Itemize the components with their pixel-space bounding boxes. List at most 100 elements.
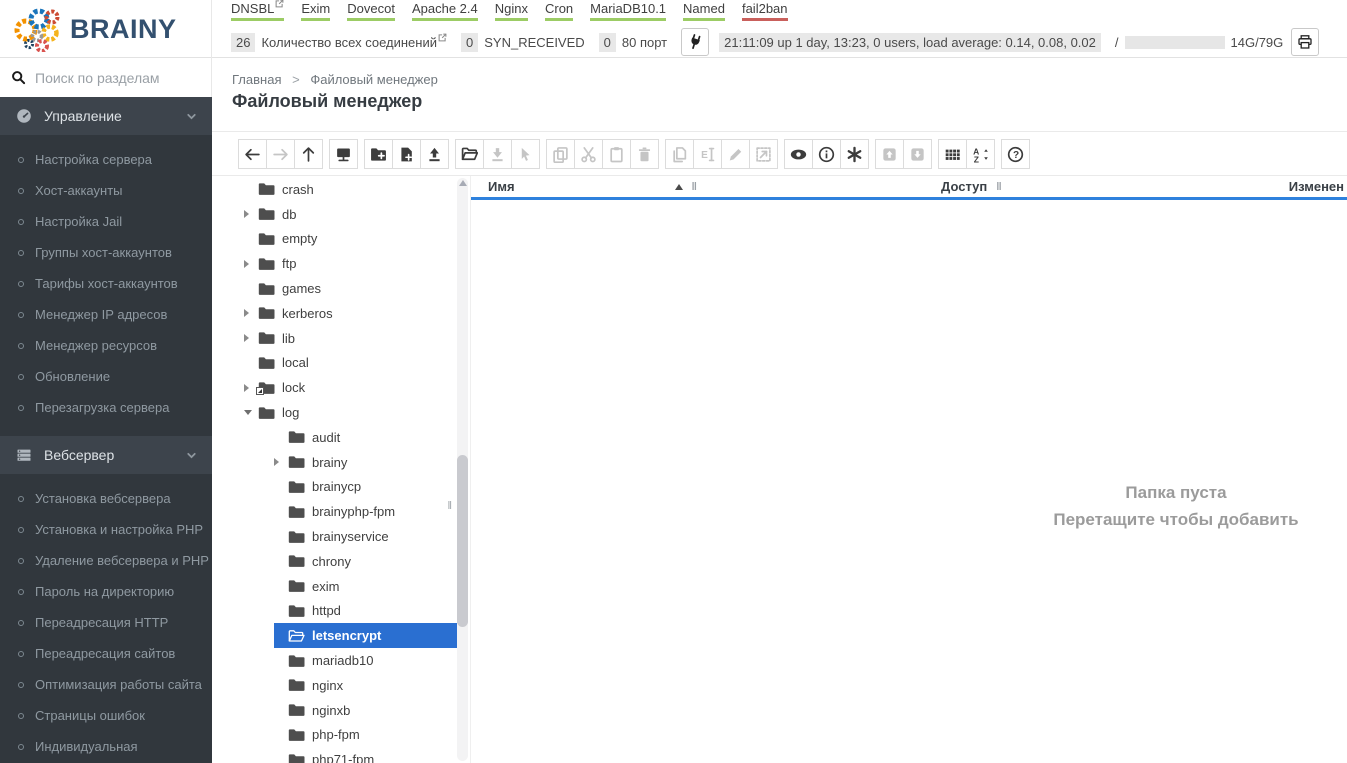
tree-item-row[interactable]: brainyservice [274, 524, 458, 549]
sidebar-item-установка-и-настройка-php[interactable]: Установка и настройка PHP [0, 514, 212, 545]
permissions-button[interactable] [840, 139, 869, 169]
tree-item-row[interactable]: letsencrypt [274, 623, 458, 649]
expand-arrow-icon[interactable] [244, 383, 249, 392]
up-button[interactable] [294, 139, 323, 169]
tree-item-row[interactable]: httpd [274, 599, 458, 624]
info-button[interactable] [812, 139, 841, 169]
sidebar-search [0, 58, 212, 97]
tree-item-row[interactable]: php-fpm [274, 723, 458, 748]
expand-arrow-icon[interactable] [244, 309, 249, 318]
tree-item-row[interactable]: log [244, 400, 458, 425]
sidebar-item-перезагрузка-сервера[interactable]: Перезагрузка сервера [0, 392, 212, 423]
grid-view-button[interactable] [938, 139, 967, 169]
sidebar-item-тарифы-хост-аккаунтов[interactable]: Тарифы хост-аккаунтов [0, 268, 212, 299]
nav-link-mariadb10-1[interactable]: MariaDB10.1 [590, 1, 667, 21]
sidebar-item-настройка-jail[interactable]: Настройка Jail [0, 206, 212, 237]
nav-link-apache-2-4[interactable]: Apache 2.4 [411, 1, 478, 21]
tree-item-row[interactable]: brainy [274, 450, 458, 475]
network-drive-icon [335, 146, 352, 163]
expand-arrow-icon[interactable] [244, 334, 249, 343]
sidebar-section-управление[interactable]: Управление [0, 97, 212, 135]
sidebar-item-переадресация-http[interactable]: Переадресация HTTP [0, 607, 212, 638]
sidebar-item-индивидуальная[interactable]: Индивидуальная [0, 731, 212, 762]
sidebar-item-пароль-на-директорию[interactable]: Пароль на директорию [0, 576, 212, 607]
nav-link-exim[interactable]: Exim [301, 1, 331, 21]
breadcrumb-home-link[interactable]: Главная [232, 72, 281, 87]
chevron-down-icon [185, 110, 198, 123]
column-resize-handle[interactable]: ‖ [692, 181, 698, 193]
sidebar-item-удаление-вебсервера-и-php[interactable]: Удаление вебсервера и PHP [0, 545, 212, 576]
collapse-arrow-icon[interactable] [244, 410, 252, 416]
section-items-управление: Настройка сервера Хост-аккаунты Настройка … [0, 135, 212, 436]
nav-link-dnsbl[interactable]: DNSBL [231, 0, 285, 21]
nav-link-named[interactable]: Named [683, 1, 725, 21]
new-file-button[interactable] [392, 139, 421, 169]
nav-link-dovecot[interactable]: Dovecot [347, 1, 395, 21]
sidebar-item-страницы-ошибок[interactable]: Страницы ошибок [0, 700, 212, 731]
preview-button[interactable] [784, 139, 813, 169]
sidebar-item-хост-аккаунты[interactable]: Хост-аккаунты [0, 175, 212, 206]
bullet-icon [18, 743, 24, 750]
column-header-access[interactable]: Доступ [941, 179, 987, 194]
tree-item-row[interactable]: brainyphp-fpm [274, 499, 458, 524]
tree-item-row[interactable]: brainycp [274, 475, 458, 500]
tree-item-row[interactable]: php71-fpm [274, 747, 458, 763]
sidebar-item-переадресация-сайтов[interactable]: Переадресация сайтов [0, 638, 212, 669]
tree-item-row[interactable]: ftp [244, 251, 458, 276]
tree-item-row[interactable]: nginxb [274, 698, 458, 723]
tree-item-row[interactable]: nginx [274, 673, 458, 698]
sidebar-item-оптимизация-работы-сайта[interactable]: Оптимизация работы сайта [0, 669, 212, 700]
connections-plug-button[interactable] [681, 28, 710, 56]
tree-item-row[interactable]: audit [274, 425, 458, 450]
tree-item-row[interactable]: lock [244, 375, 458, 400]
tree-item-row[interactable]: games [244, 276, 458, 301]
tree-item-row[interactable]: empty [244, 227, 458, 252]
connections-label[interactable]: Количество всех соединений [261, 33, 447, 50]
tree-item-row[interactable]: crash [244, 177, 458, 202]
sidebar-item-группы-хост-аккаунтов[interactable]: Группы хост-аккаунтов [0, 237, 212, 268]
sidebar-item-менеджер-ресурсов[interactable]: Менеджер ресурсов [0, 330, 212, 361]
tree-item-row[interactable]: kerberos [244, 301, 458, 326]
back-button[interactable] [238, 139, 267, 169]
sidebar-item-менеджер-ip-адресов[interactable]: Менеджер IP адресов [0, 299, 212, 330]
disk-report-button[interactable] [1291, 28, 1320, 56]
upload-button[interactable] [420, 139, 449, 169]
expand-arrow-icon[interactable] [274, 458, 279, 467]
sidebar-item-настройка-сервера[interactable]: Настройка сервера [0, 144, 212, 175]
sort-ascending-icon [674, 183, 683, 190]
scrollbar-up-arrow-icon[interactable] [458, 180, 467, 186]
network-drive-button[interactable] [329, 139, 358, 169]
arrow-slot [274, 458, 288, 467]
expand-arrow-icon[interactable] [244, 210, 249, 219]
column-resize-handle[interactable]: ‖ [996, 181, 1002, 193]
tree-item-row[interactable]: local [244, 351, 458, 376]
nav-link-cron[interactable]: Cron [544, 1, 574, 21]
new-folder-button[interactable] [364, 139, 393, 169]
tree-item-row[interactable]: mariadb10 [274, 648, 458, 673]
sort-az-button[interactable]: AZ [966, 139, 995, 169]
sidebar-menu: Управление Настройка сервера Хост-аккаунты… [0, 97, 212, 763]
nav-link-nginx[interactable]: Nginx [494, 1, 528, 21]
brainy-logo[interactable]: BRAINY [0, 0, 212, 58]
expand-arrow-icon[interactable] [244, 259, 249, 268]
sidebar-section-вебсервер[interactable]: Вебсервер [0, 436, 212, 474]
column-header-modified[interactable]: Изменен [1289, 179, 1344, 194]
tree-item-row[interactable]: chrony [274, 549, 458, 574]
panel-splitter-handle[interactable]: ‖ [447, 500, 453, 512]
sidebar-item-обновление[interactable]: Обновление [0, 361, 212, 392]
search-input[interactable] [35, 69, 200, 86]
sidebar-item-установка-вебсервера[interactable]: Установка вебсервера [0, 483, 212, 514]
folder-name: php-fpm [312, 727, 360, 743]
scrollbar-thumb[interactable] [457, 455, 468, 627]
paste-button [602, 139, 631, 169]
nav-link-fail2ban[interactable]: fail2ban [741, 1, 788, 21]
tree-item-row[interactable]: lib [244, 326, 458, 351]
help-button[interactable]: ? [1001, 139, 1030, 169]
tree-scrollbar[interactable] [457, 178, 468, 761]
toolbar-group [329, 139, 358, 169]
tree-item-row[interactable]: db [244, 202, 458, 227]
column-header-name[interactable]: Имя [488, 179, 515, 194]
extract-to-button [749, 139, 778, 169]
open-folder-button[interactable] [455, 139, 484, 169]
tree-item-row[interactable]: exim [274, 574, 458, 599]
